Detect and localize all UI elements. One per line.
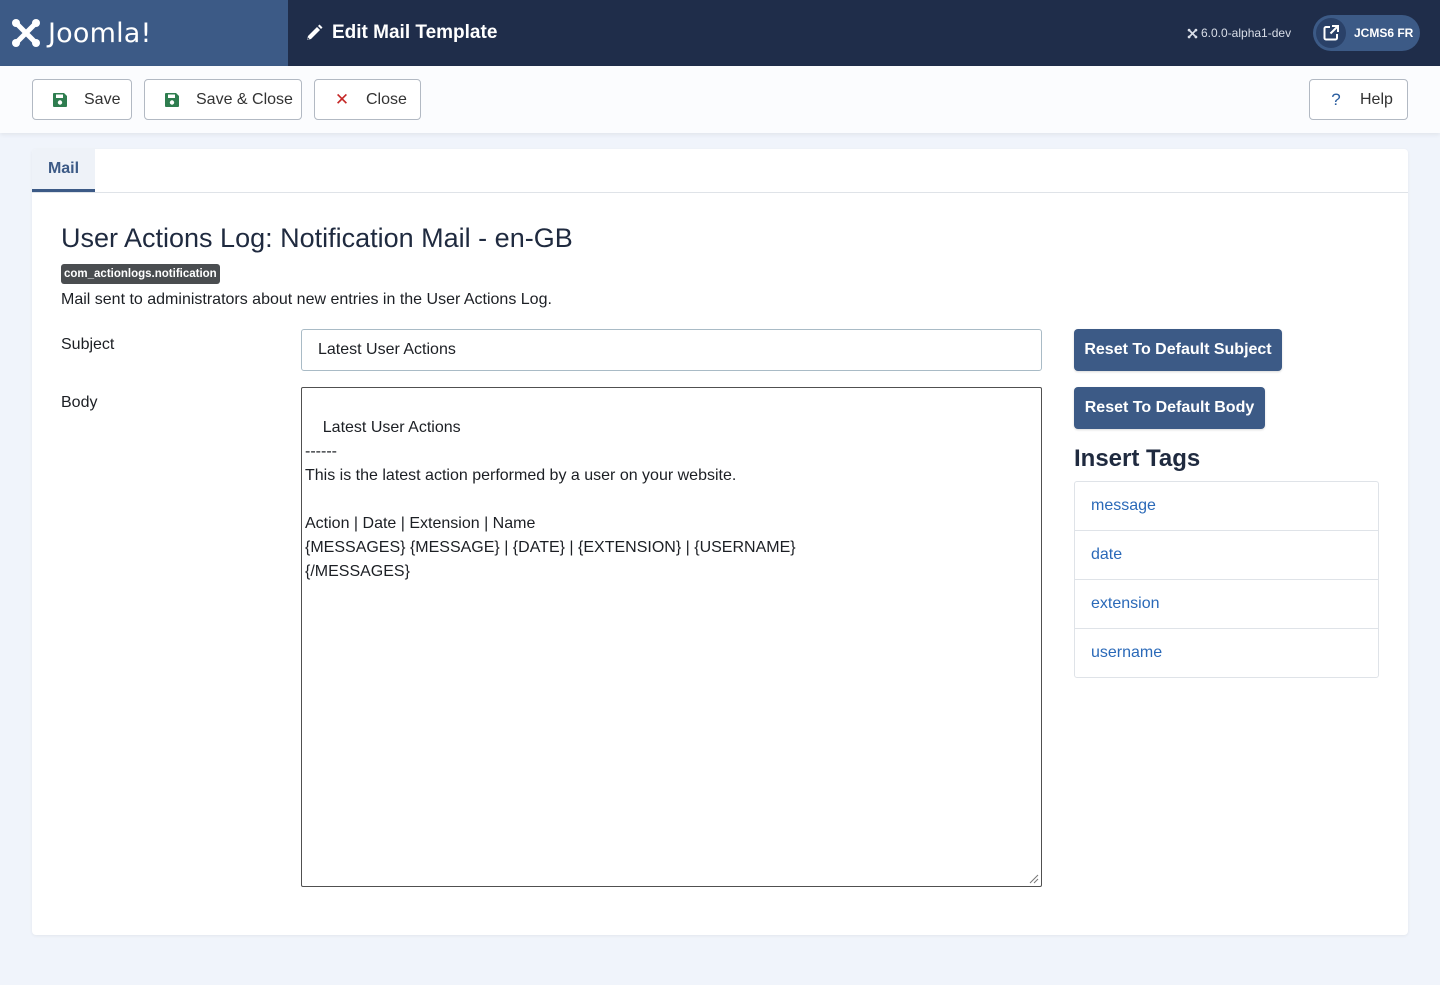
tag-item-message[interactable]: message xyxy=(1075,482,1378,531)
tab-bar: Mail xyxy=(32,149,1408,193)
joomla-small-icon xyxy=(1187,28,1198,38)
save-icon xyxy=(162,92,182,108)
save-close-button[interactable]: Save & Close xyxy=(144,79,302,120)
template-title: User Actions Log: Notification Mail - en… xyxy=(61,223,573,253)
page-title-text: Edit Mail Template xyxy=(332,22,498,43)
insert-tags-heading: Insert Tags xyxy=(1074,445,1201,472)
joomla-logo[interactable]: Joomla! xyxy=(0,0,288,66)
save-label: Save xyxy=(84,90,121,108)
subject-input[interactable] xyxy=(301,329,1042,371)
template-description: Mail sent to administrators about new en… xyxy=(61,291,552,308)
body-textarea[interactable]: Latest User Actions ------ This is the l… xyxy=(301,387,1042,887)
reset-subject-button[interactable]: Reset To Default Subject xyxy=(1074,329,1282,371)
resize-grip-icon[interactable] xyxy=(1027,872,1039,884)
subject-label: Subject xyxy=(61,336,115,353)
joomla-logo-icon xyxy=(12,19,40,47)
question-icon: ? xyxy=(1331,89,1341,109)
brand-name: Joomla! xyxy=(48,17,152,49)
close-icon: ✕ xyxy=(334,89,350,109)
help-label: Help xyxy=(1360,90,1393,108)
tag-item-extension[interactable]: extension xyxy=(1075,580,1378,629)
tag-item-username[interactable]: username xyxy=(1075,629,1378,677)
body-label: Body xyxy=(61,394,98,411)
edit-card: Mail User Actions Log: Notification Mail… xyxy=(32,149,1408,935)
toolbar: Save Save & Close ✕ Close ? Help xyxy=(0,66,1440,133)
site-link-button[interactable]: JCMS6 FR xyxy=(1313,15,1420,51)
close-button[interactable]: ✕ Close xyxy=(314,79,421,120)
save-icon xyxy=(50,92,70,108)
save-close-label: Save & Close xyxy=(196,90,293,108)
external-link-icon xyxy=(1316,18,1346,48)
site-link-label: JCMS6 FR xyxy=(1354,26,1414,40)
save-button[interactable]: Save xyxy=(32,79,132,120)
insert-tags-list: message date extension username xyxy=(1074,481,1379,678)
help-button[interactable]: ? Help xyxy=(1309,79,1408,120)
template-key-badge: com_actionlogs.notification xyxy=(61,264,220,284)
pencil-icon xyxy=(307,24,323,40)
close-label: Close xyxy=(366,90,407,108)
version-text: 6.0.0-alpha1-dev xyxy=(1201,26,1292,40)
app-header: Joomla! Edit Mail Template 6.0.0-alpha1-… xyxy=(0,0,1440,66)
body-text: Latest User Actions ------ This is the l… xyxy=(305,419,796,580)
reset-body-button[interactable]: Reset To Default Body xyxy=(1074,387,1265,429)
version-info: 6.0.0-alpha1-dev xyxy=(1187,0,1291,66)
tag-item-date[interactable]: date xyxy=(1075,531,1378,580)
page-title: Edit Mail Template xyxy=(304,0,497,66)
tab-mail[interactable]: Mail xyxy=(32,149,95,192)
